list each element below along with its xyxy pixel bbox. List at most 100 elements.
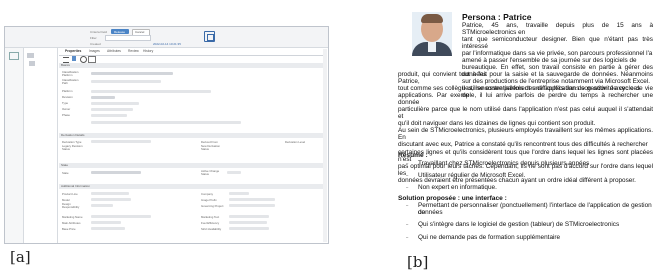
- persona-photo: [412, 12, 452, 56]
- filter-input[interactable]: [105, 35, 151, 41]
- value-bar: [91, 192, 129, 195]
- tab-bar: Properties Images Attributes Review Hist…: [59, 49, 324, 56]
- list-item: Utilisateur régulier de Microsoft Excel.: [418, 172, 526, 179]
- criteria-label: Criteria Field: [90, 30, 108, 34]
- list-item: Qui ne demande pas de formation suppléme…: [418, 234, 561, 241]
- value-bar: [91, 72, 173, 75]
- value-bar: [91, 221, 121, 224]
- filter-label: Filter: [90, 36, 97, 40]
- caption-a: [a]: [10, 248, 31, 266]
- search-icon[interactable]: [80, 56, 87, 63]
- value-bar: [91, 140, 151, 143]
- text-line: tant que semiconducteur designer. Bien q…: [462, 36, 653, 51]
- tree-icon[interactable]: [9, 52, 19, 60]
- value-bar: [91, 114, 127, 117]
- text-line: tout comme ses collègues, rencontre parf…: [398, 85, 641, 93]
- tab-images[interactable]: Images: [89, 49, 100, 53]
- timestamp: 2022-02-14 10:21:35: [153, 42, 181, 46]
- field-label: Marketing Text: [201, 215, 220, 219]
- value-bar: [91, 108, 133, 111]
- tab-review[interactable]: Review: [128, 49, 139, 53]
- value-bar: [91, 96, 115, 99]
- section-additional: Additional Information: [59, 184, 326, 189]
- application-screenshot: Criteria Field Release Cancel Filter Cre…: [4, 26, 329, 244]
- field-label: Design Responsibility: [62, 202, 80, 209]
- text-line: qu'il doit naviguer dans les dizaines de…: [398, 120, 596, 128]
- text-line: discutant avec eux, Patrice a constaté q…: [398, 141, 648, 149]
- list-item: données: [418, 209, 443, 216]
- field-label: Derivation Level: [285, 140, 306, 144]
- field-label: Phase: [62, 113, 70, 117]
- field-label: Platform: [62, 89, 73, 93]
- field-label: Governing Project: [201, 204, 224, 208]
- value-bar: [91, 121, 241, 124]
- section-derivation: Derivation Details: [59, 133, 326, 138]
- value-bar: [227, 171, 241, 174]
- calendar-icon[interactable]: [204, 31, 215, 42]
- summary-heading: Résumé :: [398, 152, 428, 159]
- text-line: Patrice, 45 ans, travaille depuis plus d…: [462, 22, 653, 37]
- value-bar: [229, 192, 249, 195]
- field-label: Image Prefix: [201, 198, 217, 202]
- value-bar: [229, 221, 267, 224]
- field-label: Fuel Efficiency: [201, 221, 220, 225]
- list-item: Non expert en informatique.: [418, 184, 497, 191]
- value-bar: [91, 171, 141, 174]
- left-rail: [5, 48, 24, 243]
- tab-attributes[interactable]: Attributes: [107, 49, 121, 53]
- list-item: Qui s'intègre dans le logiciel de gestio…: [418, 221, 620, 228]
- field-label: Legacy Revision Status: [62, 144, 83, 151]
- basics-rows: Classification Platform Classification P…: [59, 69, 326, 131]
- field-label: Main Attributes: [62, 221, 81, 225]
- value-bar: [91, 204, 113, 207]
- edit-icon[interactable]: [72, 56, 76, 61]
- field-label: Classification Path: [62, 78, 79, 85]
- field-label: Base Price: [62, 227, 76, 231]
- solution-heading: Solution proposée : une interface :: [398, 195, 507, 202]
- field-label: Owner: [62, 107, 71, 111]
- created-label: Created: [90, 42, 101, 46]
- value-bar: [91, 102, 139, 105]
- tree-panel: [24, 48, 58, 243]
- field-label: Classification Platform: [62, 70, 79, 77]
- scrollbar[interactable]: [323, 49, 327, 242]
- caption-b: [b]: [407, 253, 429, 271]
- field-label: Marketing Name: [62, 215, 83, 219]
- list-item: Travaillant chez STMicroelectronics depu…: [418, 160, 590, 167]
- tab-history[interactable]: History: [143, 49, 153, 53]
- value-bar: [91, 215, 151, 218]
- release-button[interactable]: Release: [111, 29, 129, 34]
- value-bar: [91, 227, 125, 230]
- field-label: Type: [62, 101, 69, 105]
- additional-rows: Product Line Model Design Responsibility…: [59, 190, 326, 242]
- text-line: par l'informatique dans sa vie privée, s…: [462, 50, 653, 58]
- section-basics: Basics: [59, 63, 326, 68]
- text-line: amené à passer l'ensemble de sa journée …: [462, 57, 637, 65]
- field-label: Active Change Status: [201, 169, 220, 176]
- field-label: State: [62, 171, 69, 175]
- tree-node-icon[interactable]: [27, 53, 34, 58]
- value-bar: [229, 227, 269, 230]
- field-label: Strict Availability: [201, 227, 222, 231]
- value-bar: [91, 198, 131, 201]
- value-bar: [229, 204, 275, 207]
- value-bar: [229, 215, 269, 218]
- text-line: applications. Par exemple, il lui arrive…: [398, 92, 653, 107]
- field-label: Company: [201, 192, 213, 196]
- field-label: New Derivation Status: [201, 144, 220, 151]
- tab-properties[interactable]: Properties: [65, 49, 81, 53]
- list-item: Permettant de personnaliser (ponctuellem…: [418, 202, 652, 217]
- tree-child-icon[interactable]: [29, 61, 35, 66]
- section-state: State: [59, 163, 326, 168]
- text-line: particulière parce que le nom utilisé da…: [398, 106, 653, 121]
- text-line: produit, qui convient tout à fait pour l…: [398, 71, 653, 86]
- text-line: Au sein de STMicroelectronics, plusieurs…: [398, 127, 653, 142]
- value-bar: [229, 198, 275, 201]
- persona-document: Persona : Patrice Patrice, 45 ans, trava…: [398, 12, 653, 241]
- value-bar: [91, 80, 161, 83]
- persona-title: Persona : Patrice: [462, 12, 532, 22]
- field-label: Product Line: [62, 192, 78, 196]
- filter-icon[interactable]: [88, 56, 96, 63]
- value-bar: [91, 90, 211, 93]
- field-label: Revision: [62, 95, 73, 99]
